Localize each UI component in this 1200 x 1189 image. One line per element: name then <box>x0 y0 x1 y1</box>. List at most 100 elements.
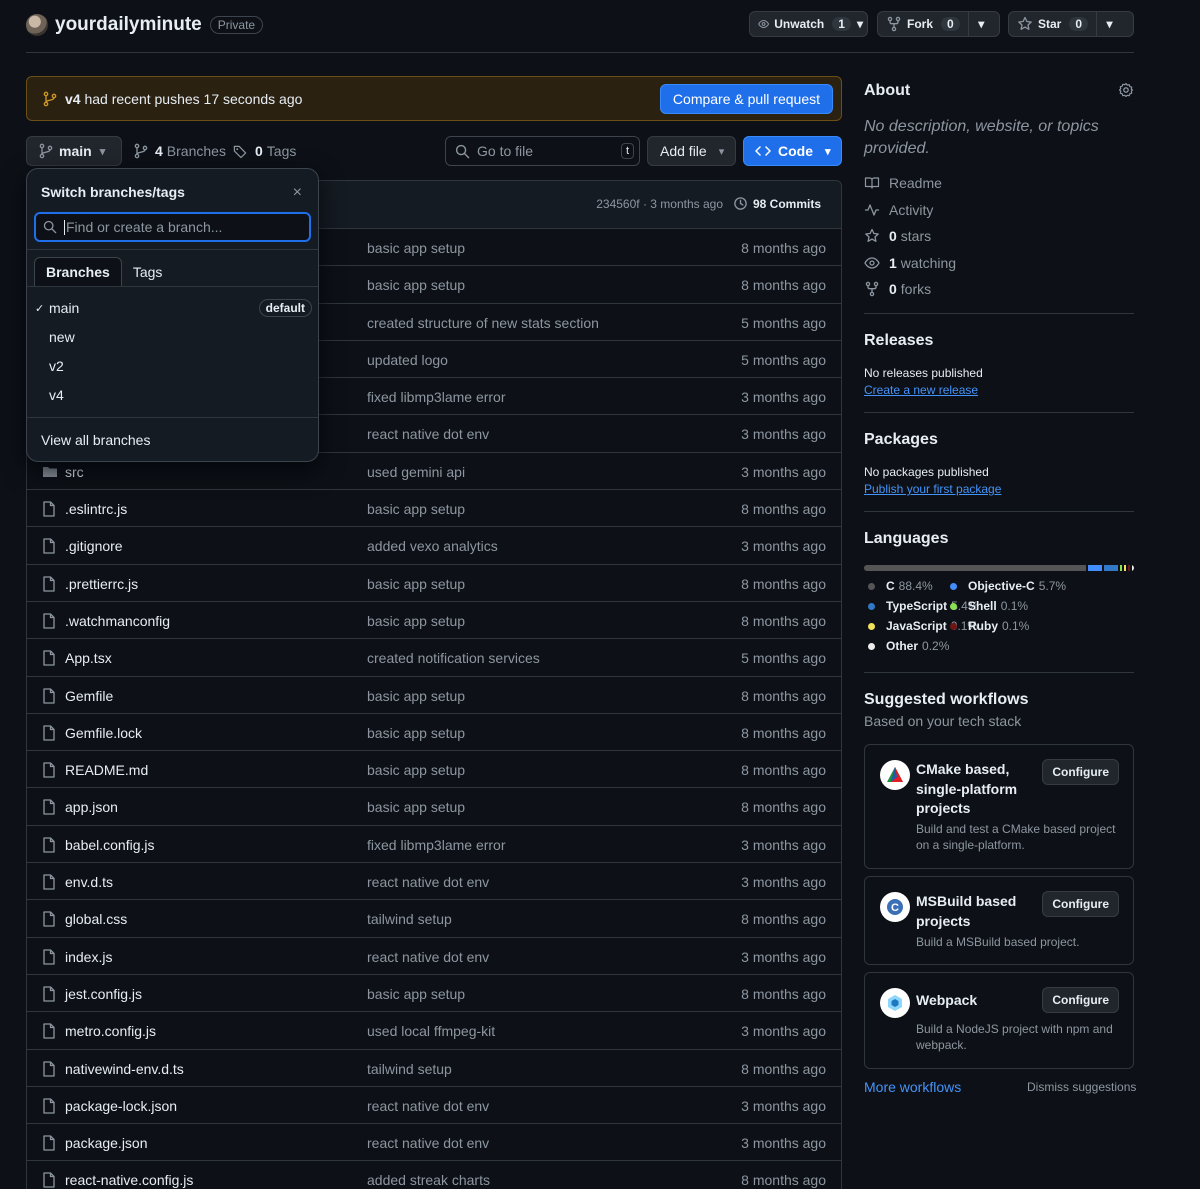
commit-message[interactable]: fixed libmp3lame error <box>367 389 506 405</box>
view-all-branches-link[interactable]: View all branches <box>41 432 150 448</box>
commit-message[interactable]: react native dot env <box>367 949 489 965</box>
tags-link[interactable]: 0 Tags <box>233 136 296 166</box>
branches-link[interactable]: 4 Branches <box>134 136 226 166</box>
file-name[interactable]: README.md <box>65 762 148 778</box>
commit-message[interactable]: basic app setup <box>367 799 465 815</box>
commit-message[interactable]: basic app setup <box>367 240 465 256</box>
table-row[interactable]: .gitignore added vexo analytics 3 months a… <box>27 527 841 565</box>
file-name[interactable]: global.css <box>65 911 127 927</box>
stars-link[interactable]: 0 stars <box>864 223 1134 250</box>
file-name[interactable]: package.json <box>65 1135 148 1151</box>
file-name[interactable]: babel.config.js <box>65 837 155 853</box>
file-name[interactable]: package-lock.json <box>65 1098 177 1114</box>
go-to-file-input[interactable]: Go to file t <box>445 136 640 166</box>
file-name[interactable]: .eslintrc.js <box>65 501 127 517</box>
commit-message[interactable]: basic app setup <box>367 986 465 1002</box>
commit-message[interactable]: tailwind setup <box>367 911 452 927</box>
chevron-down-icon[interactable]: ▾ <box>853 12 867 36</box>
table-row[interactable]: jest.config.js basic app setup 8 months ag… <box>27 975 841 1013</box>
more-workflows-link[interactable]: More workflows <box>864 1079 961 1095</box>
compare-pull-request-button[interactable]: Compare & pull request <box>659 84 833 114</box>
table-row[interactable]: nativewind-env.d.ts tailwind setup 8 month… <box>27 1050 841 1087</box>
gear-icon[interactable] <box>1118 82 1134 98</box>
commit-message[interactable]: added streak charts <box>367 1172 490 1188</box>
chevron-down-icon[interactable]: ▾ <box>1096 12 1122 36</box>
add-file-button[interactable]: Add file ▾ <box>647 136 736 166</box>
file-name[interactable]: App.tsx <box>65 650 112 666</box>
file-name[interactable]: app.json <box>65 799 118 815</box>
create-release-link[interactable]: Create a new release <box>864 383 978 397</box>
commit-message[interactable]: react native dot env <box>367 1098 489 1114</box>
commit-message[interactable]: used gemini api <box>367 464 465 480</box>
branch-item-v4[interactable]: v4 <box>35 381 312 409</box>
file-name[interactable]: react-native.config.js <box>65 1172 193 1188</box>
fork-button[interactable]: Fork 0 ▾ <box>877 11 1000 37</box>
branch-item-v2[interactable]: v2 <box>35 352 312 380</box>
commit-message[interactable]: react native dot env <box>367 426 489 442</box>
file-name[interactable]: jest.config.js <box>65 986 142 1002</box>
table-row[interactable]: index.js react native dot env 3 months ago <box>27 938 841 975</box>
table-row[interactable]: package-lock.json react native dot env 3 m… <box>27 1087 841 1125</box>
table-row[interactable]: Gemfile basic app setup 8 months ago <box>27 677 841 714</box>
repo-name[interactable]: yourdailyminute <box>55 14 202 36</box>
commit-message[interactable]: basic app setup <box>367 688 465 704</box>
language-item[interactable]: Objective-C 5.7% <box>950 579 1066 593</box>
table-row[interactable]: README.md basic app setup 8 months ago <box>27 751 841 789</box>
commit-message[interactable]: basic app setup <box>367 613 465 629</box>
publish-package-link[interactable]: Publish your first package <box>864 482 1001 496</box>
branch-search-input[interactable]: Find or create a branch... <box>34 212 311 242</box>
forks-link[interactable]: 0 forks <box>864 276 1134 303</box>
unwatch-button[interactable]: Unwatch 1 ▾ <box>749 11 868 37</box>
close-icon[interactable]: × <box>293 184 302 202</box>
commit-message[interactable]: tailwind setup <box>367 1061 452 1077</box>
branch-select-button[interactable]: main ▾ <box>26 136 122 166</box>
star-button[interactable]: Star 0 ▾ <box>1008 11 1134 37</box>
table-row[interactable]: metro.config.js used local ffmpeg-kit 3 mo… <box>27 1012 841 1050</box>
dismiss-suggestions-link[interactable]: Dismiss suggestions <box>1027 1080 1136 1094</box>
file-name[interactable]: .gitignore <box>65 538 123 554</box>
file-name[interactable]: index.js <box>65 949 112 965</box>
commit-message[interactable]: fixed libmp3lame error <box>367 837 506 853</box>
watching-link[interactable]: 1 watching <box>864 250 1134 277</box>
commit-message[interactable]: created notification services <box>367 650 540 666</box>
table-row[interactable]: Gemfile.lock basic app setup 8 months ago <box>27 714 841 752</box>
language-item[interactable]: C 88.4% <box>868 579 933 593</box>
table-row[interactable]: .eslintrc.js basic app setup 8 months ago <box>27 490 841 528</box>
pushed-branch-name[interactable]: v4 <box>65 91 81 107</box>
file-name[interactable]: Gemfile <box>65 688 113 704</box>
language-item[interactable]: Ruby 0.1% <box>950 619 1029 633</box>
file-name[interactable]: env.d.ts <box>65 874 113 890</box>
language-item[interactable]: Shell 0.1% <box>950 599 1028 613</box>
table-row[interactable]: env.d.ts react native dot env 3 months ago <box>27 863 841 901</box>
commit-message[interactable]: basic app setup <box>367 762 465 778</box>
packages-heading[interactable]: Packages <box>864 431 1134 449</box>
language-item[interactable]: Other 0.2% <box>868 639 949 653</box>
tab-branches[interactable]: Branches <box>34 257 122 287</box>
readme-link[interactable]: Readme <box>864 170 1134 197</box>
commit-message[interactable]: basic app setup <box>367 277 465 293</box>
table-row[interactable]: global.css tailwind setup 8 months ago <box>27 900 841 938</box>
branch-item-new[interactable]: new <box>35 323 312 351</box>
tab-tags[interactable]: Tags <box>122 257 174 287</box>
commits-link[interactable]: 98 Commits <box>733 196 821 211</box>
commit-message[interactable]: basic app setup <box>367 576 465 592</box>
commit-message[interactable]: basic app setup <box>367 501 465 517</box>
table-row[interactable]: package.json react native dot env 3 months… <box>27 1124 841 1162</box>
releases-heading[interactable]: Releases <box>864 332 1134 350</box>
configure-button[interactable]: Configure <box>1042 759 1119 785</box>
table-row[interactable]: react-native.config.js added streak chart… <box>27 1161 841 1189</box>
table-row[interactable]: App.tsx created notification services 5 mo… <box>27 639 841 677</box>
commit-message[interactable]: used local ffmpeg-kit <box>367 1023 495 1039</box>
file-name[interactable]: metro.config.js <box>65 1023 156 1039</box>
file-name[interactable]: nativewind-env.d.ts <box>65 1061 184 1077</box>
chevron-down-icon[interactable]: ▾ <box>967 12 994 36</box>
commit-message[interactable]: react native dot env <box>367 874 489 890</box>
commit-message[interactable]: basic app setup <box>367 725 465 741</box>
configure-button[interactable]: Configure <box>1042 891 1119 917</box>
file-name[interactable]: src <box>65 464 84 480</box>
owner-avatar[interactable] <box>26 14 48 36</box>
configure-button[interactable]: Configure <box>1042 987 1119 1013</box>
commit-message[interactable]: created structure of new stats section <box>367 315 599 331</box>
latest-commit-sha[interactable]: 234560f · 3 months ago <box>596 197 723 211</box>
table-row[interactable]: app.json basic app setup 8 months ago <box>27 788 841 826</box>
